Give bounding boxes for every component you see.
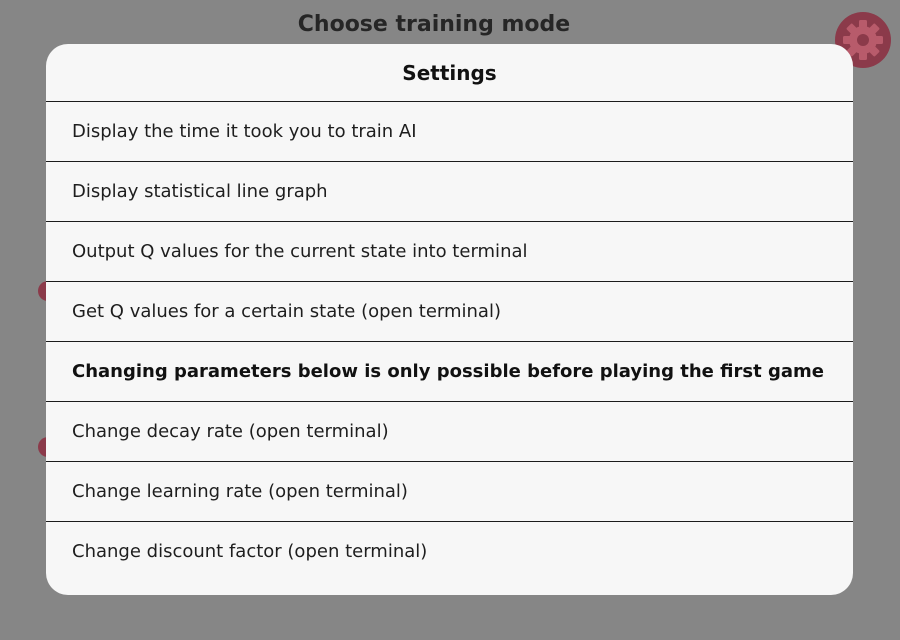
display-training-time-option[interactable]: Display the time it took you to train AI xyxy=(46,102,853,162)
change-discount-factor-option[interactable]: Change discount factor (open terminal) xyxy=(46,522,853,581)
change-learning-rate-option[interactable]: Change learning rate (open terminal) xyxy=(46,462,853,522)
change-decay-rate-option[interactable]: Change decay rate (open terminal) xyxy=(46,402,853,462)
background-title: Choose training mode xyxy=(297,12,571,37)
output-q-values-option[interactable]: Output Q values for the current state in… xyxy=(46,222,853,282)
modal-title: Settings xyxy=(46,44,853,102)
get-q-values-option[interactable]: Get Q values for a certain state (open t… xyxy=(46,282,853,342)
settings-modal: Settings Display the time it took you to… xyxy=(46,44,853,595)
parameters-notice: Changing parameters below is only possib… xyxy=(46,342,853,402)
display-line-graph-option[interactable]: Display statistical line graph xyxy=(46,162,853,222)
